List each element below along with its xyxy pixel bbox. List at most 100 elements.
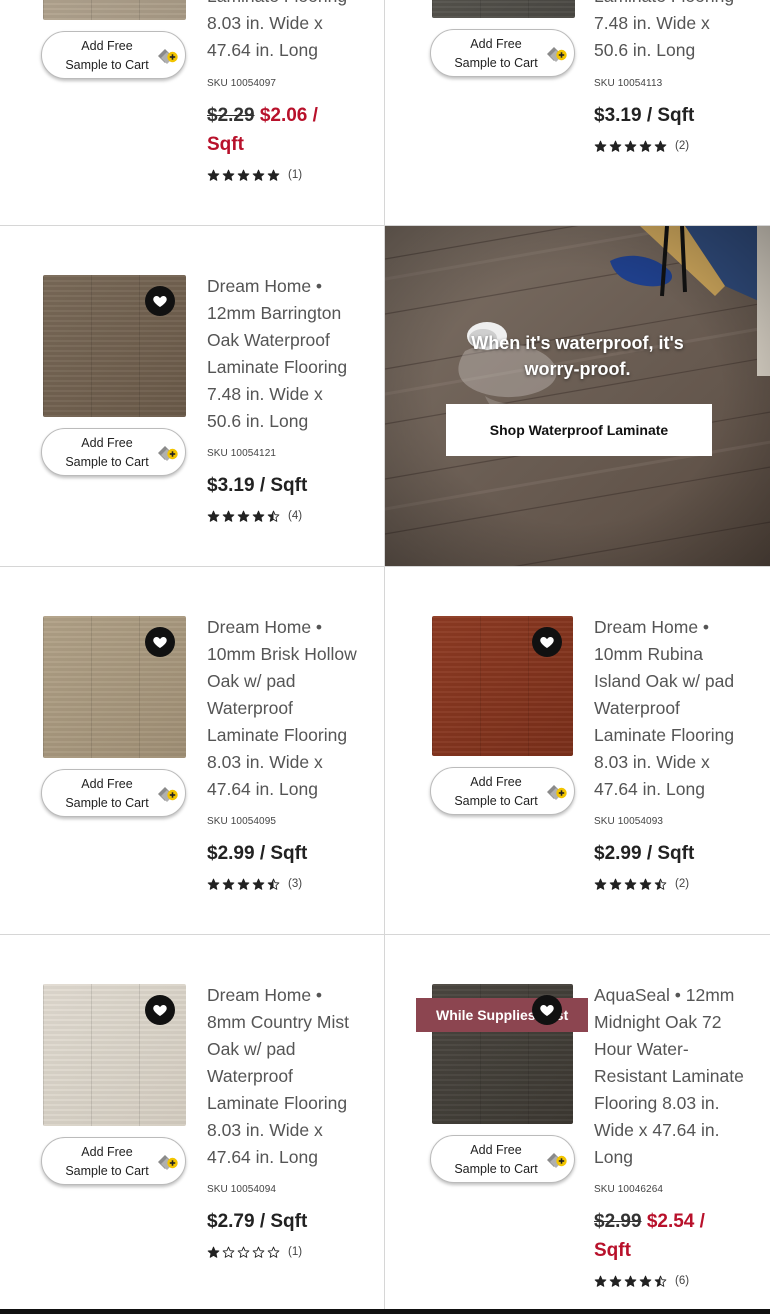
shop-waterproof-laminate-button[interactable]: Shop Waterproof Laminate [446,404,712,456]
favorite-heart-button[interactable] [145,286,175,316]
sample-label-line2: Sample to Cart [454,794,538,808]
star-icon [237,1246,250,1258]
add-free-sample-button[interactable]: Add Free Sample to Cart [41,769,186,817]
add-free-sample-button[interactable]: Add Free Sample to Cart [41,428,186,476]
sample-label-line2: Sample to Cart [454,1162,538,1176]
add-free-sample-button[interactable]: Add Free Sample to Cart [430,29,575,77]
product-rating[interactable]: (2) [594,139,689,153]
star-icon [237,169,250,181]
product-rating[interactable]: (6) [594,1274,689,1288]
star-icon [207,1246,220,1258]
sample-label-line1: Add Free [81,777,133,791]
star-icon [609,140,622,152]
star-icon [594,878,607,890]
star-icon [654,878,667,890]
add-free-sample-button[interactable]: Add Free Sample to Cart [430,767,575,815]
sample-swatch-plus-icon [157,1152,179,1172]
product-title[interactable]: Dream Home • 10mm Brisk Hollow Oak w/ pa… [207,614,357,803]
star-icon [252,510,265,522]
add-free-sample-button[interactable]: Add Free Sample to Cart [41,1137,186,1185]
favorite-heart-button[interactable] [145,995,175,1025]
rating-stars [207,878,280,891]
add-free-sample-button[interactable]: Add Free Sample to Cart [41,31,186,79]
product-rating[interactable]: (2) [594,877,689,891]
star-icon [222,878,235,890]
rating-stars [207,1246,280,1259]
review-count: (3) [288,878,303,890]
price-value: $2.99 / Sqft [207,843,308,864]
promo-background-image [385,226,770,566]
star-icon [267,1246,280,1258]
sample-label-line1: Add Free [470,775,522,789]
sample-swatch-plus-icon [157,46,179,66]
favorite-heart-button[interactable] [532,995,562,1025]
product-image[interactable] [432,0,575,18]
favorite-heart-button[interactable] [532,627,562,657]
price-value: $3.19 / Sqft [594,105,695,126]
product-rating[interactable]: (1) [207,1245,302,1259]
star-icon [624,140,637,152]
product-rating[interactable]: (4) [207,509,302,523]
product-sku: SKU 10054113 [594,78,663,89]
star-icon [639,1275,652,1287]
product-price: $2.79 / Sqft [207,1207,357,1236]
while-supplies-last-badge: While Supplies Last [416,998,589,1032]
star-icon [207,510,220,522]
star-icon [207,878,220,890]
sample-label-line2: Sample to Cart [65,1164,149,1178]
review-count: (4) [288,510,303,522]
star-icon [609,878,622,890]
sample-swatch-plus-icon [546,44,568,64]
product-sku: SKU 10054097 [207,78,277,89]
sample-label-line2: Sample to Cart [65,796,149,810]
product-rating[interactable]: (1) [207,168,302,182]
star-icon [624,1275,637,1287]
page-bottom-bar [0,1309,770,1314]
product-card: Add Free Sample to Cart Laminate Floorin… [0,0,384,225]
product-title[interactable]: Laminate Flooring 8.03 in. Wide x 47.64 … [207,0,357,64]
star-icon [252,169,265,181]
sample-label-line1: Add Free [81,436,133,450]
review-count: (6) [675,1275,690,1287]
star-icon [222,169,235,181]
product-image[interactable] [43,0,186,20]
product-price: $3.19 / Sqft [207,471,357,500]
favorite-heart-button[interactable] [145,627,175,657]
product-sku: SKU 10046264 [594,1184,664,1195]
sample-swatch-plus-icon [157,784,179,804]
heart-icon [540,637,554,648]
star-icon [654,1275,667,1287]
star-icon [639,140,652,152]
star-icon [624,878,637,890]
product-price: $2.99 / Sqft [207,839,357,868]
product-title[interactable]: Laminate Flooring 7.48 in. Wide x 50.6 i… [594,0,744,64]
product-title[interactable]: Dream Home • 10mm Rubina Island Oak w/ p… [594,614,744,803]
star-icon [654,140,667,152]
star-icon [267,169,280,181]
product-title[interactable]: AquaSeal • 12mm Midnight Oak 72 Hour Wat… [594,982,744,1171]
product-sku: SKU 10054121 [207,448,277,459]
product-title[interactable]: Dream Home • 12mm Barrington Oak Waterpr… [207,273,357,435]
price-value: $2.99 / Sqft [594,843,695,864]
star-icon [207,169,220,181]
sample-swatch-plus-icon [546,1150,568,1170]
review-count: (1) [288,1246,303,1258]
waterproof-promo-banner[interactable]: When it's waterproof, it's worry-proof. … [385,226,770,566]
product-rating[interactable]: (3) [207,877,302,891]
product-title[interactable]: Dream Home • 8mm Country Mist Oak w/ pad… [207,982,357,1171]
review-count: (2) [675,878,690,890]
star-icon [594,1275,607,1287]
product-sku: SKU 10054094 [207,1184,277,1195]
product-card: Add Free Sample to Cart Dream Home • 12m… [0,226,384,566]
price-value: $2.79 / Sqft [207,1211,308,1232]
original-price: $2.29 [207,105,255,126]
sample-label-line1: Add Free [470,1143,522,1157]
add-free-sample-button[interactable]: Add Free Sample to Cart [430,1135,575,1183]
product-card: Add Free Sample to Cart Dream Home • 10m… [385,567,770,934]
sample-label-line2: Sample to Cart [454,56,538,70]
product-card: While Supplies Last Add Free Sample to C… [385,935,770,1309]
star-icon [237,510,250,522]
product-card: Add Free Sample to Cart Laminate Floorin… [385,0,770,225]
product-card: Add Free Sample to Cart Dream Home • 8mm… [0,935,384,1309]
product-price: $2.99 / Sqft [594,839,744,868]
